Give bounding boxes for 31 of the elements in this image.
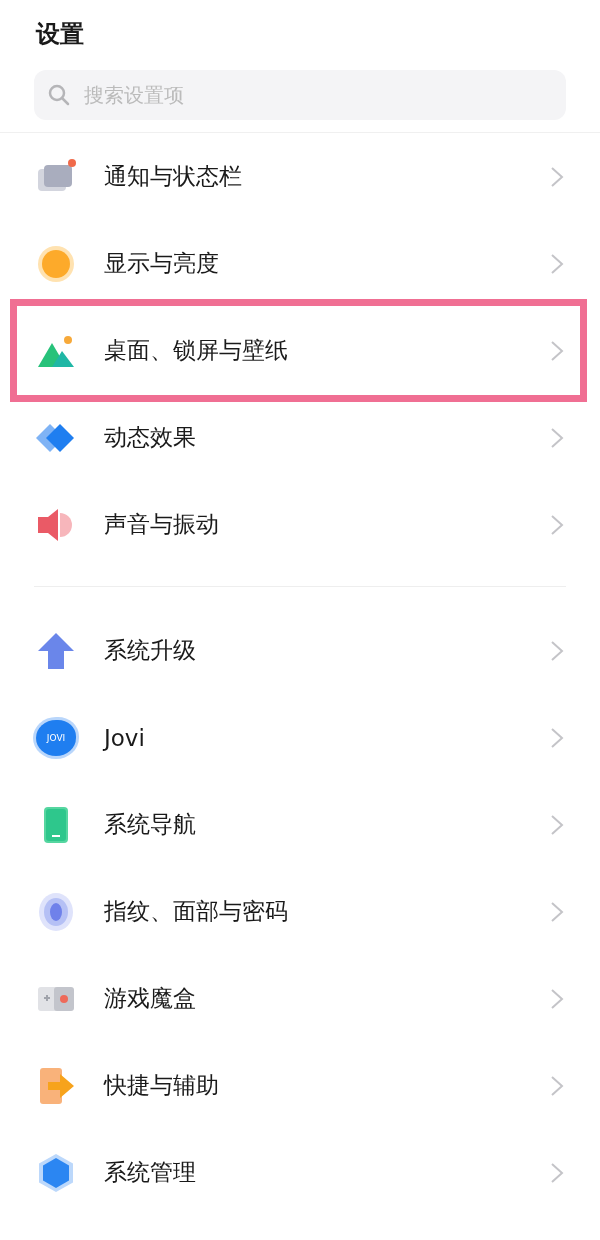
up-arrow-icon: [36, 630, 76, 671]
chevron-icon: [550, 339, 564, 362]
chevron-icon: [550, 900, 564, 923]
chevron-icon: [550, 426, 564, 449]
chevron-icon: [550, 1074, 564, 1097]
settings-item[interactable]: 系统管理: [0, 1129, 600, 1216]
settings-item[interactable]: 系统导航: [0, 781, 600, 868]
page-title: 设置: [34, 19, 85, 50]
settings-item[interactable]: 桌面、锁屏与壁纸: [0, 307, 600, 394]
settings-item[interactable]: 系统升级: [0, 607, 600, 694]
settings-item[interactable]: 通知与状态栏: [0, 133, 600, 220]
chevron-icon: [550, 813, 564, 836]
fingerprint-icon: [36, 891, 76, 932]
jovi-logo-icon: JOVI: [36, 719, 76, 756]
settings-item[interactable]: 快捷与辅助: [0, 1042, 600, 1129]
sun-icon: [36, 243, 76, 284]
settings-item[interactable]: 动态效果: [0, 394, 600, 481]
settings-item[interactable]: 声音与振动: [0, 481, 600, 568]
chevron-icon: [550, 513, 564, 536]
settings-item[interactable]: JOVI Jovi: [0, 694, 600, 781]
chevron-icon: [550, 987, 564, 1010]
settings-item[interactable]: 指纹、面部与密码: [0, 868, 600, 955]
chevron-icon: [550, 726, 564, 749]
hexagon-icon: [36, 1152, 76, 1193]
chevron-icon: [550, 165, 564, 188]
settings-item[interactable]: 显示与亮度: [0, 220, 600, 307]
chevron-icon: [550, 639, 564, 662]
settings-item[interactable]: 游戏魔盒: [0, 955, 600, 1042]
chevron-icon: [550, 1161, 564, 1184]
chevron-icon: [550, 252, 564, 275]
search-field[interactable]: 搜索设置项: [34, 70, 566, 120]
